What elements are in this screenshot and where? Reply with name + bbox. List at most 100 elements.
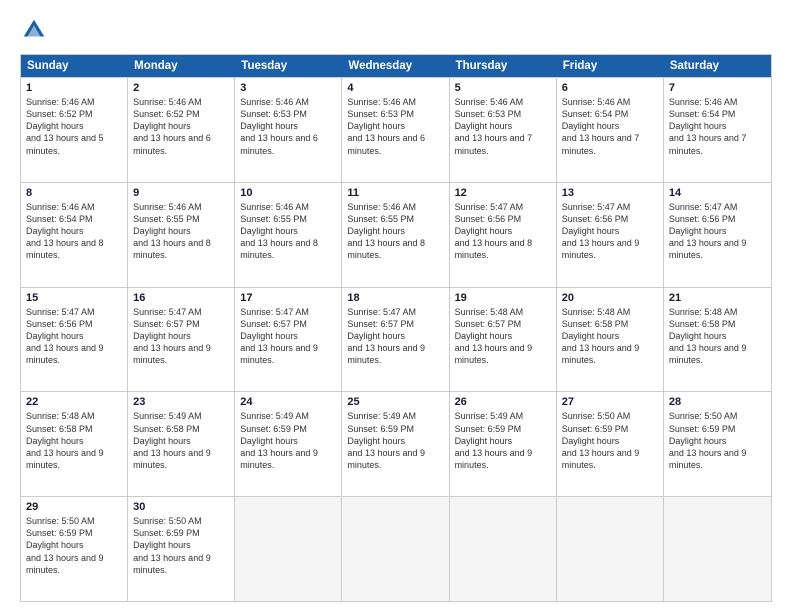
daylight-label: Daylight hours [240, 435, 336, 447]
sunrise-line: Sunrise: 5:50 AM [133, 515, 229, 527]
sunset-line: Sunset: 6:56 PM [562, 213, 658, 225]
calendar-cell: 11 Sunrise: 5:46 AM Sunset: 6:55 PM Dayl… [342, 183, 449, 287]
daylight-label: Daylight hours [347, 330, 443, 342]
sunset-line: Sunset: 6:55 PM [133, 213, 229, 225]
page: SundayMondayTuesdayWednesdayThursdayFrid… [0, 0, 792, 612]
sunset-line: Sunset: 6:52 PM [26, 108, 122, 120]
calendar-header-cell: Sunday [21, 55, 128, 77]
daylight-label: Daylight hours [455, 120, 551, 132]
sunrise-line: Sunrise: 5:47 AM [455, 201, 551, 213]
day-number: 11 [347, 187, 443, 199]
sunset-line: Sunset: 6:57 PM [347, 318, 443, 330]
calendar-cell: 13 Sunrise: 5:47 AM Sunset: 6:56 PM Dayl… [557, 183, 664, 287]
daylight-value: and 13 hours and 9 minutes. [347, 342, 443, 366]
day-number: 29 [26, 501, 122, 513]
daylight-label: Daylight hours [26, 225, 122, 237]
day-number: 3 [240, 82, 336, 94]
daylight-value: and 13 hours and 7 minutes. [455, 132, 551, 156]
daylight-value: and 13 hours and 9 minutes. [240, 447, 336, 471]
calendar-header-cell: Monday [128, 55, 235, 77]
calendar-body: 1 Sunrise: 5:46 AM Sunset: 6:52 PM Dayli… [21, 77, 771, 601]
daylight-label: Daylight hours [26, 435, 122, 447]
daylight-value: and 13 hours and 5 minutes. [26, 132, 122, 156]
calendar-week-row: 1 Sunrise: 5:46 AM Sunset: 6:52 PM Dayli… [21, 77, 771, 182]
day-number: 19 [455, 292, 551, 304]
sunrise-line: Sunrise: 5:48 AM [562, 306, 658, 318]
sunset-line: Sunset: 6:54 PM [669, 108, 766, 120]
calendar-cell: 23 Sunrise: 5:49 AM Sunset: 6:58 PM Dayl… [128, 392, 235, 496]
sunset-line: Sunset: 6:55 PM [240, 213, 336, 225]
calendar-cell: 27 Sunrise: 5:50 AM Sunset: 6:59 PM Dayl… [557, 392, 664, 496]
calendar-cell: 12 Sunrise: 5:47 AM Sunset: 6:56 PM Dayl… [450, 183, 557, 287]
daylight-label: Daylight hours [26, 539, 122, 551]
sunset-line: Sunset: 6:57 PM [133, 318, 229, 330]
logo-icon [20, 16, 48, 44]
daylight-label: Daylight hours [347, 435, 443, 447]
calendar-cell: 20 Sunrise: 5:48 AM Sunset: 6:58 PM Dayl… [557, 288, 664, 392]
calendar-cell: 22 Sunrise: 5:48 AM Sunset: 6:58 PM Dayl… [21, 392, 128, 496]
day-number: 5 [455, 82, 551, 94]
sunrise-line: Sunrise: 5:46 AM [26, 96, 122, 108]
sunset-line: Sunset: 6:53 PM [455, 108, 551, 120]
daylight-label: Daylight hours [455, 330, 551, 342]
day-number: 1 [26, 82, 122, 94]
day-number: 14 [669, 187, 766, 199]
sunrise-line: Sunrise: 5:48 AM [26, 410, 122, 422]
day-number: 22 [26, 396, 122, 408]
calendar-cell: 25 Sunrise: 5:49 AM Sunset: 6:59 PM Dayl… [342, 392, 449, 496]
sunrise-line: Sunrise: 5:48 AM [669, 306, 766, 318]
daylight-label: Daylight hours [562, 225, 658, 237]
day-number: 28 [669, 396, 766, 408]
calendar-cell [557, 497, 664, 601]
daylight-value: and 13 hours and 9 minutes. [669, 447, 766, 471]
sunrise-line: Sunrise: 5:50 AM [26, 515, 122, 527]
day-number: 25 [347, 396, 443, 408]
calendar-cell [450, 497, 557, 601]
sunrise-line: Sunrise: 5:46 AM [347, 201, 443, 213]
sunset-line: Sunset: 6:54 PM [26, 213, 122, 225]
daylight-value: and 13 hours and 6 minutes. [347, 132, 443, 156]
daylight-label: Daylight hours [240, 120, 336, 132]
daylight-value: and 13 hours and 8 minutes. [240, 237, 336, 261]
day-number: 12 [455, 187, 551, 199]
daylight-value: and 13 hours and 9 minutes. [133, 447, 229, 471]
logo [20, 16, 52, 44]
sunrise-line: Sunrise: 5:46 AM [133, 96, 229, 108]
daylight-value: and 13 hours and 6 minutes. [240, 132, 336, 156]
daylight-label: Daylight hours [669, 225, 766, 237]
day-number: 27 [562, 396, 658, 408]
calendar-cell: 28 Sunrise: 5:50 AM Sunset: 6:59 PM Dayl… [664, 392, 771, 496]
calendar-cell [342, 497, 449, 601]
day-number: 2 [133, 82, 229, 94]
calendar-cell: 4 Sunrise: 5:46 AM Sunset: 6:53 PM Dayli… [342, 78, 449, 182]
day-number: 10 [240, 187, 336, 199]
daylight-label: Daylight hours [455, 225, 551, 237]
sunrise-line: Sunrise: 5:47 AM [562, 201, 658, 213]
calendar-cell: 6 Sunrise: 5:46 AM Sunset: 6:54 PM Dayli… [557, 78, 664, 182]
daylight-label: Daylight hours [133, 330, 229, 342]
sunrise-line: Sunrise: 5:46 AM [347, 96, 443, 108]
calendar-cell: 10 Sunrise: 5:46 AM Sunset: 6:55 PM Dayl… [235, 183, 342, 287]
sunset-line: Sunset: 6:59 PM [240, 423, 336, 435]
sunrise-line: Sunrise: 5:48 AM [455, 306, 551, 318]
calendar-cell: 30 Sunrise: 5:50 AM Sunset: 6:59 PM Dayl… [128, 497, 235, 601]
daylight-value: and 13 hours and 9 minutes. [669, 237, 766, 261]
calendar-header-cell: Thursday [450, 55, 557, 77]
sunset-line: Sunset: 6:59 PM [562, 423, 658, 435]
daylight-value: and 13 hours and 9 minutes. [26, 552, 122, 576]
sunrise-line: Sunrise: 5:46 AM [26, 201, 122, 213]
daylight-label: Daylight hours [347, 120, 443, 132]
header [20, 16, 772, 44]
sunset-line: Sunset: 6:59 PM [669, 423, 766, 435]
day-number: 4 [347, 82, 443, 94]
calendar-week-row: 15 Sunrise: 5:47 AM Sunset: 6:56 PM Dayl… [21, 287, 771, 392]
daylight-value: and 13 hours and 9 minutes. [26, 447, 122, 471]
sunset-line: Sunset: 6:56 PM [455, 213, 551, 225]
daylight-label: Daylight hours [669, 330, 766, 342]
daylight-label: Daylight hours [562, 330, 658, 342]
daylight-value: and 13 hours and 9 minutes. [669, 342, 766, 366]
calendar-cell: 1 Sunrise: 5:46 AM Sunset: 6:52 PM Dayli… [21, 78, 128, 182]
calendar-cell: 24 Sunrise: 5:49 AM Sunset: 6:59 PM Dayl… [235, 392, 342, 496]
sunset-line: Sunset: 6:53 PM [347, 108, 443, 120]
daylight-label: Daylight hours [133, 120, 229, 132]
